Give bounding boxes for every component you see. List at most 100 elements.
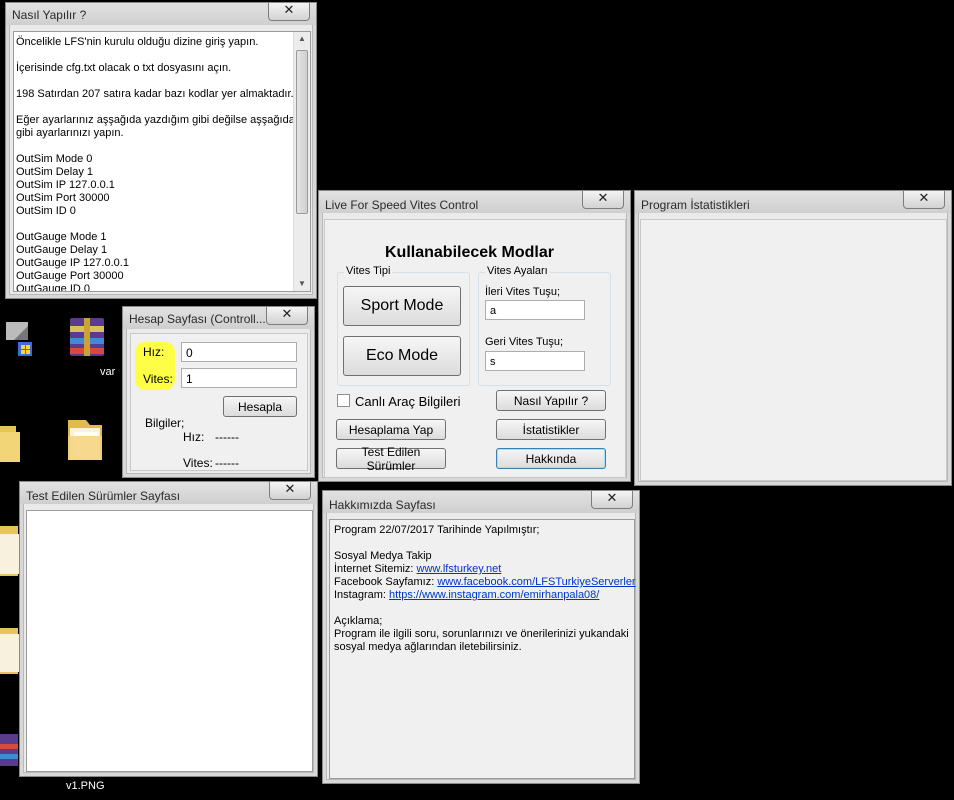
winrar-archive-icon[interactable] (64, 314, 110, 360)
info-hiz-label: Hız: (183, 430, 205, 444)
istatistikler-button[interactable]: İstatistikler (496, 419, 606, 440)
hakkimizda-textbox[interactable]: Program 22/07/2017 Tarihinde Yapılmıştır… (329, 519, 636, 779)
hiz-label: Hız: (143, 345, 165, 359)
vites-input[interactable]: 1 (181, 368, 297, 388)
ileri-vites-input[interactable]: a (485, 300, 585, 320)
canli-arac-checkbox[interactable] (337, 394, 350, 407)
program-date-text: Program 22/07/2017 Tarihinde Yapılmıştır… (334, 524, 540, 536)
instruction-line: 198 Satırdan 207 satıra kadar bazı kodla… (16, 88, 294, 100)
window-title: Program İstatistikleri (641, 198, 750, 212)
title-bar[interactable]: Test Edilen Sürümler Sayfası ✕ (20, 482, 317, 504)
instruction-line: OutGauge IP 127.0.0.1 (16, 257, 129, 269)
scrollbar[interactable]: ▲ ▼ (293, 32, 310, 291)
title-bar[interactable]: Hakkımızda Sayfası ✕ (323, 491, 639, 513)
instruction-line (16, 49, 294, 62)
instruction-line: OutGauge Port 30000 (16, 270, 124, 282)
internet-line: İnternet Sitemiz: www.lfsturkey.net (334, 563, 636, 576)
window-title: Hakkımızda Sayfası (329, 498, 436, 512)
instruction-line: OutSim IP 127.0.0.1 (16, 179, 115, 191)
info-vites-value: ------ (215, 456, 239, 470)
window-title: Live For Speed Vites Control (325, 198, 479, 212)
hesap-client: Hız: 0 Vites: 1 Hesapla Bilgiler; Hız: -… (130, 333, 308, 471)
scroll-up-arrow-icon[interactable]: ▲ (294, 32, 310, 46)
group-title: Vites Tipi (344, 265, 393, 277)
instruction-line (16, 101, 294, 114)
internet-label: İnternet Sitemiz: (334, 563, 417, 575)
title-bar[interactable]: Live For Speed Vites Control ✕ (319, 191, 630, 213)
desktop-file-label[interactable]: v1.PNG (66, 780, 105, 792)
window-title: Test Edilen Sürümler Sayfası (26, 489, 181, 503)
test-edilen-surumler-window: Test Edilen Sürümler Sayfası ✕ (19, 481, 318, 777)
hesap-sayfasi-window: Hesap Sayfası (Controll... ✕ Hız: 0 Vite… (122, 306, 315, 478)
bilgiler-label: Bilgiler; (145, 416, 185, 430)
desktop-icon-label: var (100, 366, 116, 378)
main-client: Kullanabilecek Modlar Vites Tipi Sport M… (324, 219, 626, 478)
test-edilen-surumler-button[interactable]: Test Edilen Sürümler (336, 445, 446, 473)
window-title: Nasıl Yapılır ? (12, 8, 87, 22)
geri-vites-label: Geri Vites Tuşu; (485, 336, 564, 348)
close-button[interactable]: ✕ (582, 191, 624, 209)
internet-link[interactable]: www.lfsturkey.net (417, 563, 502, 575)
close-button[interactable]: ✕ (268, 3, 310, 21)
instruction-line: OutGauge Delay 1 (16, 244, 108, 256)
instruction-line (16, 218, 294, 231)
hesaplama-yap-button[interactable]: Hesaplama Yap (336, 419, 446, 440)
close-button[interactable]: ✕ (266, 307, 308, 325)
description-line: Program ile ilgili soru, sorunlarınızı v… (334, 628, 629, 640)
close-button[interactable]: ✕ (591, 491, 633, 509)
hesapla-button[interactable]: Hesapla (223, 396, 297, 417)
hakkimizda-window: Hakkımızda Sayfası ✕ Program 22/07/2017 … (322, 490, 640, 784)
title-bar[interactable]: Nasıl Yapılır ? ✕ (6, 3, 316, 25)
info-vites-label: Vites: (183, 456, 213, 470)
instruction-line (16, 140, 294, 153)
instruction-line: Öncelikle LFS'nin kurulu olduğu dizine g… (16, 36, 259, 48)
instructions-text: Öncelikle LFS'nin kurulu olduğu dizine g… (16, 36, 303, 292)
hakkinda-button[interactable]: Hakkında (496, 448, 606, 469)
instructions-textbox[interactable]: Öncelikle LFS'nin kurulu olduğu dizine g… (13, 31, 311, 292)
hiz-input[interactable]: 0 (181, 342, 297, 362)
instruction-line: gibi ayarlarınızı yapın. (16, 127, 124, 139)
title-bar[interactable]: Program İstatistikleri ✕ (635, 191, 951, 213)
folder-icon[interactable] (64, 414, 104, 464)
instruction-line: OutSim ID 0 (16, 205, 76, 217)
nasil-yapilir-window: Nasıl Yapılır ? ✕ Öncelikle LFS'nin kuru… (5, 2, 317, 299)
program-istatistikleri-window: Program İstatistikleri ✕ (634, 190, 952, 486)
vites-label: Vites: (143, 372, 173, 386)
scroll-thumb[interactable] (296, 50, 308, 214)
sosyal-medya-heading: Sosyal Medya Takip (334, 550, 432, 562)
folder-icon[interactable] (0, 418, 20, 466)
instruction-line: OutGauge ID 0 (16, 283, 90, 292)
nasil-yapilir-button[interactable]: Nasıl Yapılır ? (496, 390, 606, 411)
sport-mode-button[interactable]: Sport Mode (343, 286, 461, 326)
window-title: Hesap Sayfası (Controll... (129, 312, 265, 326)
group-title: Vites Ayaları (485, 265, 550, 277)
desktop-app-icon[interactable] (4, 318, 34, 358)
instagram-line: Instagram: https://www.instagram.com/emi… (334, 589, 636, 602)
stats-client (640, 219, 947, 481)
page-title: Kullanabilecek Modlar (385, 244, 554, 261)
surumler-content[interactable] (26, 510, 313, 772)
instruction-line: İçerisinde cfg.txt olacak o txt dosyasın… (16, 62, 232, 74)
canli-arac-label[interactable]: Canlı Araç Bilgileri (355, 394, 461, 409)
facebook-label: Facebook Sayfamız: (334, 576, 438, 588)
folder-icon[interactable] (0, 520, 20, 590)
title-bar[interactable]: Hesap Sayfası (Controll... ✕ (123, 307, 314, 329)
aciklama-heading: Açıklama; (334, 615, 383, 627)
instagram-label: Instagram: (334, 589, 390, 601)
close-button[interactable]: ✕ (269, 482, 311, 500)
folder-icon[interactable] (0, 622, 20, 682)
instagram-link[interactable]: https://www.instagram.com/emirhanpala08/ (389, 589, 599, 601)
info-hiz-value: ------ (215, 430, 239, 444)
winrar-archive-icon[interactable] (0, 730, 20, 770)
instruction-line: Eğer ayarlarınız aşşağıda yazdığım gibi … (16, 114, 303, 126)
instruction-line (16, 75, 294, 88)
close-button[interactable]: ✕ (903, 191, 945, 209)
facebook-link[interactable]: www.facebook.com/LFSTurkiyeServerler (437, 576, 635, 588)
eco-mode-button[interactable]: Eco Mode (343, 336, 461, 376)
geri-vites-input[interactable]: s (485, 351, 585, 371)
instruction-line: OutSim Delay 1 (16, 166, 94, 178)
instruction-line: OutGauge Mode 1 (16, 231, 107, 243)
scroll-down-arrow-icon[interactable]: ▼ (294, 277, 310, 291)
